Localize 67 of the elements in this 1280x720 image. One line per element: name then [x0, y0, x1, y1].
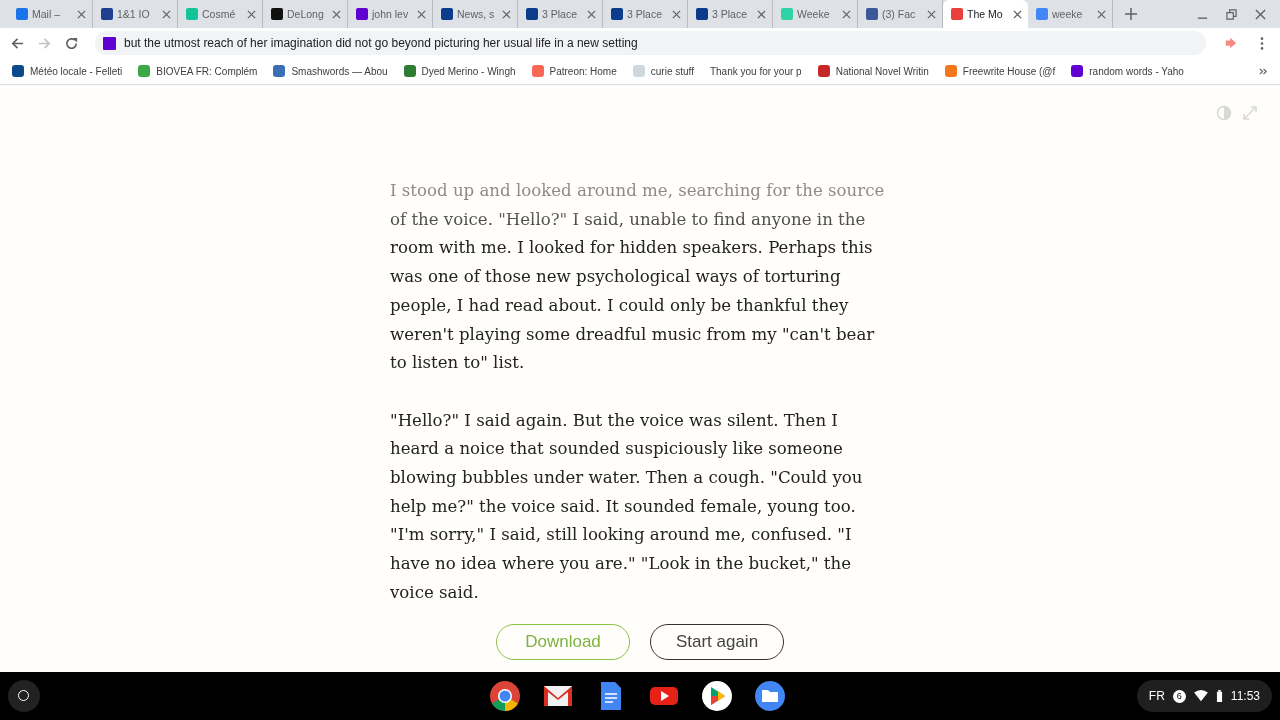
close-icon[interactable] — [927, 9, 936, 19]
favicon-icon — [696, 8, 708, 20]
favicon-icon — [1036, 8, 1048, 20]
favicon-icon — [632, 65, 645, 77]
close-icon[interactable] — [842, 9, 851, 19]
battery-icon — [1215, 690, 1223, 702]
close-icon[interactable] — [332, 9, 341, 19]
favicon-icon — [526, 8, 538, 20]
story-paragraph: I stood up and looked around me, searching for the source of the voice. "Hello?" I said, unable to find anyone in the room with me. I looked for hidden speakers. Perhaps this was one of those new psychological ways of torturing people, I had read about. I could only be thankful they weren't playing some dreadful music from my "can't bear to listen to" list. — [390, 180, 886, 375]
address-bar[interactable]: but the utmost reach of her imagination did not go beyond picturing her usual life in a new setting — [95, 31, 1206, 55]
bookmark[interactable]: Thank you for your p — [709, 65, 802, 77]
close-icon[interactable] — [247, 9, 256, 19]
bookmark[interactable]: Patreon: Home — [531, 65, 617, 77]
reload-icon[interactable] — [64, 35, 79, 51]
favicon-icon — [186, 8, 198, 20]
bookmark[interactable]: BIOVEA FR: Complém — [138, 65, 258, 77]
favicon-icon — [12, 65, 24, 77]
close-icon[interactable] — [417, 9, 426, 19]
bookmark[interactable]: Météo locale - Felleti — [12, 65, 123, 77]
new-tab-icon[interactable] — [1125, 8, 1137, 20]
bookmark[interactable]: Freewrite House (@f — [944, 65, 1056, 77]
language-indicator: FR — [1148, 689, 1165, 703]
favicon-icon — [1071, 65, 1084, 77]
bookmark[interactable]: curie stuff — [632, 65, 694, 77]
close-icon[interactable] — [1013, 9, 1022, 19]
favicon-icon — [531, 65, 544, 77]
extension-icon[interactable] — [1224, 36, 1238, 50]
play-store-icon[interactable] — [701, 680, 733, 712]
status-tray[interactable]: FR 6 11:53 — [1136, 680, 1272, 712]
favicon-icon — [817, 65, 830, 77]
favicon-icon — [866, 8, 878, 20]
bookmark[interactable]: random words - Yaho — [1071, 65, 1184, 77]
favicon-icon — [441, 8, 453, 20]
favicon-icon — [951, 8, 963, 20]
favicon-icon — [611, 8, 623, 20]
bookmark[interactable]: Smashwords — Abou — [273, 65, 388, 77]
browser-tab[interactable]: The Mo — [943, 0, 1028, 28]
menu-icon[interactable] — [1260, 36, 1264, 50]
notification-count: 6 — [1172, 689, 1186, 703]
favicon-icon — [781, 8, 793, 20]
wifi-icon — [1193, 690, 1208, 702]
close-icon[interactable] — [672, 9, 681, 19]
launcher-button[interactable] — [8, 680, 40, 712]
close-icon[interactable] — [587, 9, 596, 19]
favicon-icon — [273, 65, 286, 77]
favicon-icon — [103, 36, 116, 50]
bookmark[interactable]: National Novel Writin — [817, 65, 929, 77]
restore-icon[interactable] — [1226, 9, 1237, 20]
favicon-icon — [138, 65, 151, 77]
favicon-icon — [403, 65, 416, 77]
favicon-icon — [944, 65, 957, 77]
favicon-icon — [101, 8, 113, 20]
folder-icon[interactable] — [754, 680, 786, 712]
close-icon[interactable] — [1255, 9, 1266, 20]
close-icon[interactable] — [757, 9, 766, 19]
close-icon[interactable] — [162, 9, 171, 19]
close-icon[interactable] — [77, 9, 86, 19]
favicon-icon — [16, 8, 28, 20]
more-bookmarks-icon[interactable] — [1259, 66, 1268, 76]
favicon-icon — [356, 8, 368, 20]
clock: 11:53 — [1230, 689, 1260, 703]
story-paragraph: "Hello?" I said again. But the voice was silent. Then I heard a noice that sounded suspiciously like someone blowing bubbles under water. Then a cough. "Could you help me?" the voice said. It sounded female, young too. "I'm sorry," I said, still looking around me, confused. "I have no idea where you are." "Look in the bucket," the voice said. — [390, 409, 864, 604]
close-icon[interactable] — [502, 9, 511, 19]
bookmark[interactable]: Dyed Merino - Wingh — [403, 65, 516, 77]
chrome-icon[interactable] — [489, 680, 521, 712]
favicon-icon — [271, 8, 283, 20]
close-icon[interactable] — [1097, 9, 1106, 19]
